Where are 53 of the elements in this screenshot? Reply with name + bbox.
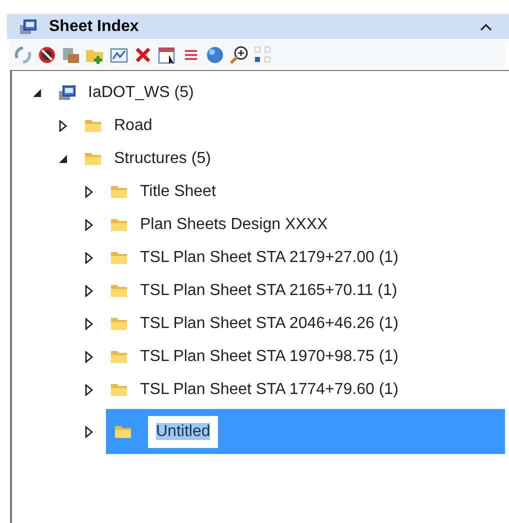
item-label: TSL Plan Sheet STA 2179+27.00 (1) [140,248,398,268]
collapsed-arrow-icon[interactable] [84,318,94,330]
rename-field[interactable]: Untitled [148,416,218,448]
tree-item[interactable]: TSL Plan Sheet STA 1970+98.75 (1) [106,340,509,373]
stacked-windows-icon [58,84,76,100]
item-label: Road [114,116,152,136]
tree-item[interactable]: Plan Sheets Design XXXX [106,208,509,241]
no-entry-icon[interactable] [37,45,57,65]
folder-icon [84,118,102,133]
zoom-in-icon[interactable] [229,45,249,65]
tree-item[interactable]: Structures (5) [80,142,509,175]
grid-select-icon[interactable] [253,45,273,65]
collapsed-arrow-icon[interactable] [84,252,94,264]
table-cursor-icon[interactable] [157,45,177,65]
expanded-arrow-icon[interactable] [58,152,68,164]
expanded-arrow-icon[interactable] [32,86,42,98]
folder-icon [110,184,128,199]
item-label: Plan Sheets Design XXXX [140,214,328,234]
collapsed-arrow-icon[interactable] [84,384,94,396]
folder-icon [110,316,128,331]
collapsed-arrow-icon[interactable] [84,426,94,438]
tree-item[interactable]: TSL Plan Sheet STA 1774+79.60 (1) [106,373,509,406]
item-label: Structures (5) [114,148,211,168]
collapsed-arrow-icon[interactable] [84,284,94,296]
tree-item[interactable]: Title Sheet [106,175,509,208]
folder-icon [110,250,128,265]
collapsed-arrow-icon[interactable] [84,218,94,230]
folder-icon [110,349,128,364]
tree-item[interactable]: IaDOT_WS (5) [54,76,509,109]
item-label: Title Sheet [140,182,216,202]
tree-item[interactable]: TSL Plan Sheet STA 2165+70.11 (1) [106,274,509,307]
tree-item[interactable]: TSL Plan Sheet STA 2179+27.00 (1) [106,241,509,274]
folder-icon [110,382,128,397]
item-label: TSL Plan Sheet STA 2046+46.26 (1) [140,314,398,334]
item-label: TSL Plan Sheet STA 1970+98.75 (1) [140,346,398,366]
item-label: IaDOT_WS (5) [88,82,194,102]
folder-icon [84,151,102,166]
sphere-icon[interactable] [205,45,225,65]
panel-title: Sheet Index [49,16,140,36]
collapsed-arrow-icon[interactable] [58,120,68,132]
collapsed-arrow-icon[interactable] [84,350,94,362]
stacked-windows-icon [19,18,37,34]
folder-icon [110,217,128,232]
collapsed-arrow-icon[interactable] [84,186,94,198]
folder-icon [110,283,128,298]
collapse-icon[interactable] [479,22,493,32]
delete-icon[interactable] [133,45,153,65]
tree-item[interactable]: TSL Plan Sheet STA 2046+46.26 (1) [106,307,509,340]
folder-icon [114,424,132,439]
item-label: TSL Plan Sheet STA 2165+70.11 (1) [140,280,398,300]
tree-item[interactable]: Untitled [106,409,505,454]
item-label: TSL Plan Sheet STA 1774+79.60 (1) [140,380,398,400]
tree-item[interactable]: Road [80,109,509,142]
